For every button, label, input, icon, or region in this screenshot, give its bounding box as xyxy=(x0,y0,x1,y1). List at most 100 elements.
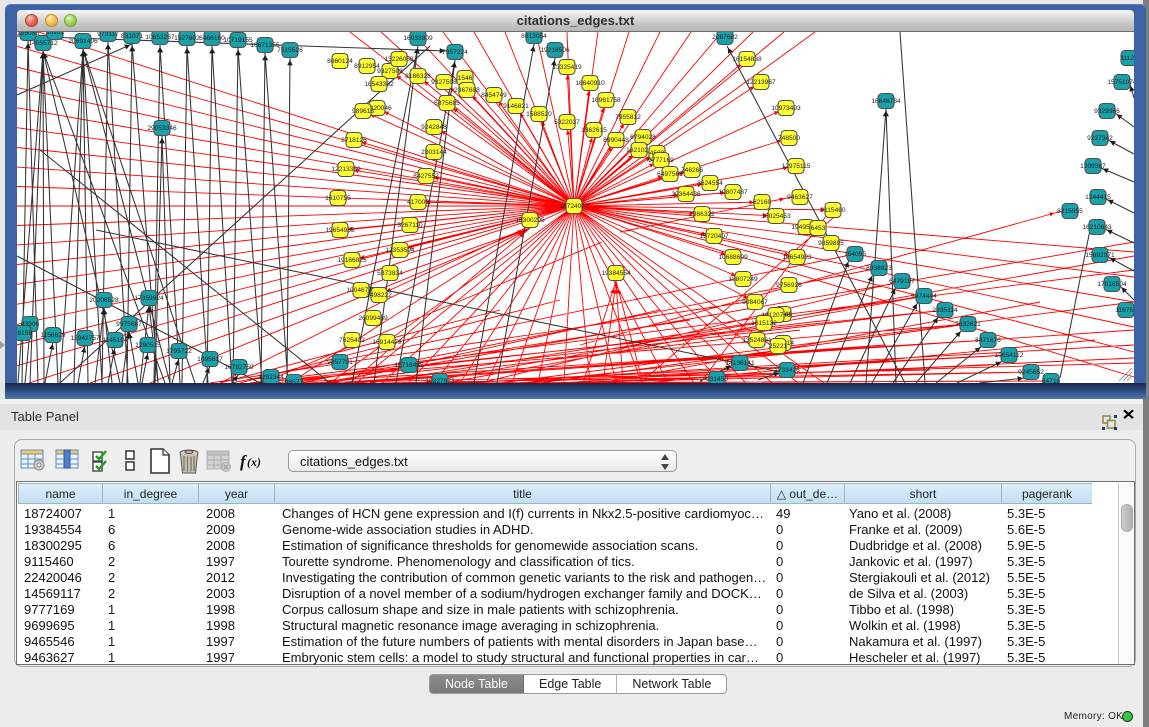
svg-text:5873834: 5873834 xyxy=(377,270,403,277)
svg-text:5875685: 5875685 xyxy=(434,100,460,107)
svg-text:1145194: 1145194 xyxy=(102,337,128,344)
svg-text:19166825: 19166825 xyxy=(337,257,367,264)
svg-text:9327503: 9327503 xyxy=(377,68,403,75)
svg-text:15716485: 15716485 xyxy=(394,362,424,369)
svg-text:7625402: 7625402 xyxy=(339,337,365,344)
svg-text:2087682: 2087682 xyxy=(712,34,738,41)
svg-text:2367608: 2367608 xyxy=(454,87,480,94)
svg-text:9756928: 9756928 xyxy=(776,282,802,289)
svg-text:9975687: 9975687 xyxy=(116,321,142,328)
svg-text:19218506: 19218506 xyxy=(540,47,570,54)
svg-text:15692971: 15692971 xyxy=(1085,252,1115,259)
svg-text:1588520: 1588520 xyxy=(526,111,552,118)
svg-text:2803144: 2803144 xyxy=(421,149,447,156)
svg-text:16648784: 16648784 xyxy=(871,98,901,105)
svg-text:1621022: 1621022 xyxy=(626,147,652,154)
svg-text:16640910: 16640910 xyxy=(575,80,605,87)
svg-text:9474444: 9474444 xyxy=(911,293,937,300)
svg-text:13524861: 13524861 xyxy=(742,337,772,344)
svg-text:8186328: 8186328 xyxy=(405,73,431,80)
svg-text:7986322: 7986322 xyxy=(689,211,715,218)
svg-text:1610755: 1610755 xyxy=(325,195,351,202)
svg-text:10025453: 10025453 xyxy=(761,213,791,220)
svg-text:989618: 989618 xyxy=(352,108,374,115)
svg-text:1733426: 1733426 xyxy=(774,367,800,374)
svg-text:2718126: 2718126 xyxy=(341,137,367,144)
svg-text:3267110: 3267110 xyxy=(397,222,423,229)
svg-text:29053346: 29053346 xyxy=(147,125,177,132)
svg-text:116753: 116753 xyxy=(1115,307,1134,314)
svg-text:10719155: 10719155 xyxy=(223,37,253,44)
svg-text:9777169: 9777169 xyxy=(648,157,674,164)
svg-text:6794028: 6794028 xyxy=(630,134,656,141)
svg-text:1290515: 1290515 xyxy=(135,342,161,349)
svg-text:7955812: 7955812 xyxy=(615,114,641,121)
svg-text:1362615: 1362615 xyxy=(581,127,607,134)
svg-text:8912954: 8912954 xyxy=(354,63,380,70)
svg-text:9146821: 9146821 xyxy=(503,103,529,110)
svg-text:18300295: 18300295 xyxy=(515,217,545,224)
svg-text:9857791: 9857791 xyxy=(327,359,353,366)
svg-text:7357224: 7357224 xyxy=(442,49,468,56)
svg-text:9084067: 9084067 xyxy=(742,299,768,306)
svg-text:1209387: 1209387 xyxy=(1080,163,1106,170)
svg-text:19384554: 19384554 xyxy=(601,270,631,277)
svg-text:417006: 417006 xyxy=(407,199,429,206)
svg-text:1095817: 1095817 xyxy=(197,356,223,363)
svg-text:9242848: 9242848 xyxy=(421,124,447,131)
svg-text:5322037: 5322037 xyxy=(554,119,580,126)
svg-text:8427552: 8427552 xyxy=(413,173,439,180)
svg-text:9227342: 9227342 xyxy=(1087,135,1113,142)
svg-text:9327508: 9327508 xyxy=(431,79,457,86)
svg-text:1795722: 1795722 xyxy=(166,348,192,355)
svg-text:8471676: 8471676 xyxy=(975,337,1001,344)
svg-text:164095: 164095 xyxy=(844,251,866,258)
svg-text:17016504: 17016504 xyxy=(1097,281,1127,288)
svg-text:12942757: 12942757 xyxy=(70,335,100,342)
svg-text:16961758: 16961758 xyxy=(591,97,621,104)
svg-text:20691406: 20691406 xyxy=(68,38,98,45)
svg-text:2935114: 2935114 xyxy=(932,307,958,314)
svg-text:19654985: 19654985 xyxy=(325,227,355,234)
svg-text:1546: 1546 xyxy=(458,75,473,82)
svg-text:16210643: 16210643 xyxy=(1082,224,1112,231)
svg-text:12975115: 12975115 xyxy=(782,163,811,170)
svg-text:8938923: 8938923 xyxy=(866,265,892,272)
svg-text:18724007: 18724007 xyxy=(559,203,589,210)
svg-text:9245652: 9245652 xyxy=(1018,369,1044,376)
svg-text:9115460: 9115460 xyxy=(820,207,846,214)
svg-text:6453: 6453 xyxy=(811,225,826,232)
svg-text:10807487: 10807487 xyxy=(718,189,748,196)
svg-text:26099489: 26099489 xyxy=(358,315,388,322)
svg-text:12353594: 12353594 xyxy=(385,247,415,254)
svg-text:1292344: 1292344 xyxy=(258,374,284,381)
svg-text:10973493: 10973493 xyxy=(771,105,801,112)
svg-text:20364436: 20364436 xyxy=(671,191,701,198)
svg-text:16782759: 16782759 xyxy=(224,364,254,371)
svg-text:8813054: 8813054 xyxy=(521,33,547,40)
svg-text:12213389: 12213389 xyxy=(331,166,361,173)
svg-text:18807249: 18807249 xyxy=(728,276,758,283)
svg-text:15720407: 15720407 xyxy=(699,233,729,240)
svg-text:13226058: 13226058 xyxy=(384,56,414,63)
svg-text:17359924: 17359924 xyxy=(134,295,164,302)
svg-text:80931: 80931 xyxy=(46,32,65,36)
svg-text:6497568: 6497568 xyxy=(657,171,683,178)
svg-text:3624554: 3624554 xyxy=(697,180,723,187)
svg-text:11123: 11123 xyxy=(1120,55,1134,62)
svg-text:16543382: 16543382 xyxy=(364,81,394,88)
svg-text:15751074: 15751074 xyxy=(1107,79,1134,86)
svg-text:25221: 25221 xyxy=(769,343,788,350)
svg-text:20206528: 20206528 xyxy=(89,297,119,304)
svg-text:19654923: 19654923 xyxy=(782,254,812,261)
svg-text:1527602: 1527602 xyxy=(174,35,200,42)
svg-text:1615132: 1615132 xyxy=(751,320,777,327)
svg-text:62160: 62160 xyxy=(753,199,772,206)
svg-text:12213967: 12213967 xyxy=(746,79,776,86)
svg-text:10688609: 10688609 xyxy=(718,254,748,261)
svg-text:39159: 39159 xyxy=(17,330,32,337)
svg-text:831071: 831071 xyxy=(121,33,143,40)
svg-text:16914479: 16914479 xyxy=(372,339,402,346)
svg-text:14055712: 14055712 xyxy=(28,40,58,47)
svg-text:16033809: 16033809 xyxy=(403,35,433,42)
